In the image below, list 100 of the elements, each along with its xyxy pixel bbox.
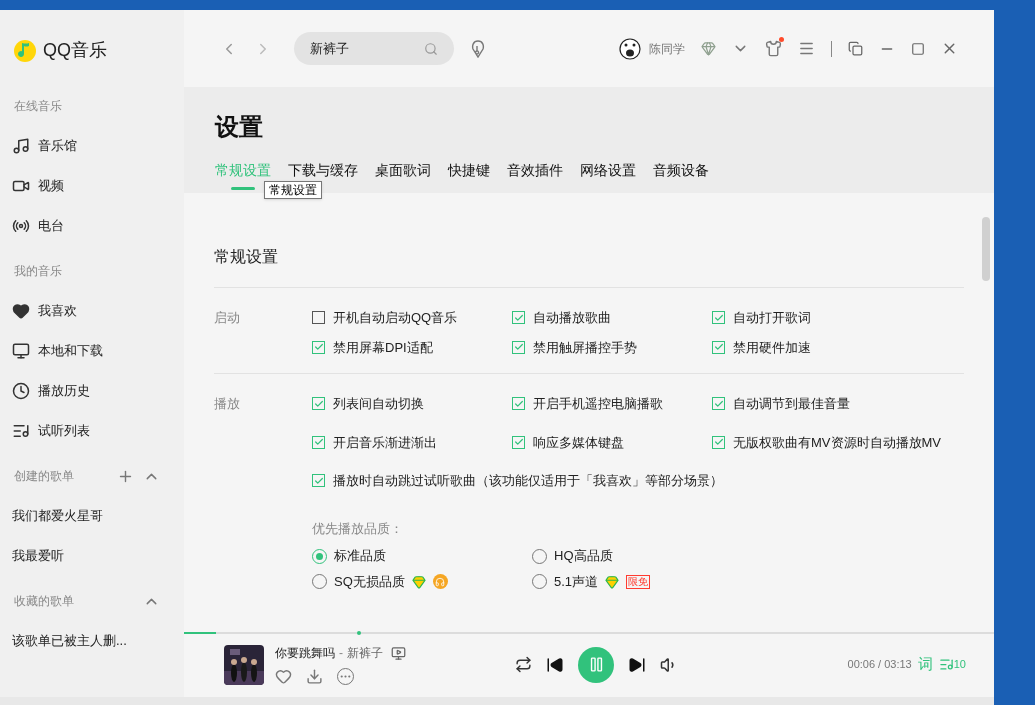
checkbox[interactable] (312, 311, 325, 325)
option-label: 禁用触屏播控手势 (533, 338, 637, 357)
section-title: 常规设置 (214, 247, 279, 267)
sidebar-item[interactable]: 该歌单已被主人删... (0, 621, 184, 661)
option-label: 开启手机遥控电脑播歌 (533, 395, 663, 413)
checkbox[interactable] (712, 435, 725, 449)
sidebar-item[interactable]: 我们都爱火星哥 (0, 496, 184, 536)
sidebar-item[interactable]: 本地和下载 (0, 331, 184, 371)
search-input[interactable]: 新裤子 (310, 38, 424, 59)
check-icon (513, 398, 524, 409)
tooltip: 常规设置 (264, 181, 322, 199)
option-label: 开启音乐渐进渐出 (333, 433, 437, 452)
check-icon (313, 398, 324, 409)
search-icon[interactable] (424, 41, 438, 56)
pin-icon[interactable] (470, 39, 486, 58)
pause-button[interactable] (578, 646, 614, 683)
artist-name[interactable]: 新裤子 (347, 644, 383, 662)
check-icon (713, 312, 724, 323)
check-icon (713, 342, 724, 353)
checkbox[interactable] (312, 474, 325, 488)
option-label: 自动打开歌词 (733, 309, 811, 327)
avatar-icon[interactable] (619, 36, 641, 61)
playlist-icon (938, 657, 954, 672)
diamond-icon[interactable] (701, 41, 716, 56)
checkbox[interactable] (512, 397, 525, 411)
song-title[interactable]: 你要跳舞吗 (275, 644, 335, 662)
progress-thumb[interactable] (357, 631, 361, 635)
check-icon (313, 342, 324, 353)
option-label: 禁用硬件加速 (733, 338, 811, 357)
check-icon (313, 475, 324, 486)
check-icon (513, 437, 524, 448)
previous-icon[interactable] (546, 655, 564, 674)
option-label: 标准品质 (334, 547, 386, 566)
option-label: 5.1声道 (554, 572, 599, 591)
playlist-icon (12, 422, 30, 440)
clock-icon (12, 382, 30, 400)
sidebar-item[interactable]: 试听列表 (0, 411, 184, 451)
maximize-icon[interactable] (911, 41, 925, 56)
sidebar-heading: 创建的歌单 (14, 468, 75, 485)
checkbox[interactable] (312, 397, 325, 411)
option-label: 无版权歌曲有MV资源时自动播放MV (733, 433, 941, 452)
sidebar-heading: 收藏的歌单 (14, 593, 75, 610)
user-name[interactable]: 陈同学 (649, 39, 685, 58)
tab-indicator (231, 187, 255, 190)
app-name: QQ音乐 (43, 39, 107, 62)
page-title: 设置 (215, 112, 264, 142)
option-label: 列表间自动切换 (333, 395, 424, 413)
shirt-icon[interactable] (765, 40, 782, 57)
option-label: 开机自动启动QQ音乐 (333, 309, 458, 327)
monitor-icon (12, 342, 30, 360)
heart-icon (12, 302, 30, 320)
group-label: 播放 (214, 396, 241, 413)
quality-heading: 优先播放品质： (312, 520, 403, 538)
settings-tab[interactable]: 网络设置 (580, 161, 636, 182)
checkbox[interactable] (712, 340, 725, 354)
check-icon (713, 437, 724, 448)
sidebar-heading: 我的音乐 (14, 263, 63, 280)
checkbox[interactable] (712, 397, 725, 411)
settings-tab[interactable]: 音频设备 (653, 161, 709, 182)
music-note-icon (12, 137, 30, 155)
search-field[interactable]: 新裤子 (294, 32, 454, 65)
check-icon (713, 398, 724, 409)
sidebar-item[interactable]: 我喜欢 (0, 291, 184, 331)
next-icon[interactable] (628, 655, 646, 674)
checkbox[interactable] (712, 311, 725, 325)
scrollbar[interactable] (982, 217, 990, 281)
settings-tab[interactable]: 快捷键 (448, 161, 490, 182)
mini-mode-icon[interactable] (848, 41, 863, 56)
play-time: 00:06 / 03:13 (847, 657, 912, 673)
download-icon[interactable] (306, 668, 323, 685)
settings-tab[interactable]: 下载与缓存 (288, 161, 358, 182)
sidebar-item[interactable]: 我最爱听 (0, 536, 184, 576)
checkbox[interactable] (512, 340, 525, 354)
mv-icon[interactable] (391, 645, 406, 661)
option-label: 响应多媒体键盘 (533, 433, 624, 452)
option-label: HQ高品质 (554, 547, 613, 566)
sidebar-heading: 在线音乐 (14, 98, 63, 115)
group-label: 启动 (214, 310, 241, 327)
settings-tab[interactable]: 音效插件 (507, 161, 563, 182)
radio-icon (12, 217, 30, 235)
option-label: 禁用屏幕DPI适配 (333, 338, 433, 357)
checkbox[interactable] (512, 435, 525, 449)
option-label: 自动调节到最佳音量 (733, 395, 850, 413)
settings-tab[interactable]: 桌面歌词 (375, 161, 431, 182)
free-badge: 限免 (626, 574, 651, 589)
checkbox[interactable] (512, 311, 525, 325)
option-label: 播放时自动跳过试听歌曲（该功能仅适用于「我喜欢」等部分场景） (333, 472, 723, 490)
checkbox[interactable] (312, 435, 325, 449)
check-icon (513, 342, 524, 353)
option-label: 自动播放歌曲 (533, 309, 611, 327)
repeat-icon[interactable] (515, 656, 532, 673)
sidebar-item[interactable]: 音乐馆 (0, 126, 184, 166)
check-icon (313, 437, 324, 448)
separator: - (339, 645, 343, 662)
heart-icon[interactable] (275, 668, 292, 685)
sidebar-item[interactable]: 视频 (0, 166, 184, 206)
sidebar-item[interactable]: 播放历史 (0, 371, 184, 411)
menu-icon[interactable] (798, 40, 815, 57)
checkbox[interactable] (312, 340, 325, 354)
sidebar-item[interactable]: 电台 (0, 206, 184, 246)
